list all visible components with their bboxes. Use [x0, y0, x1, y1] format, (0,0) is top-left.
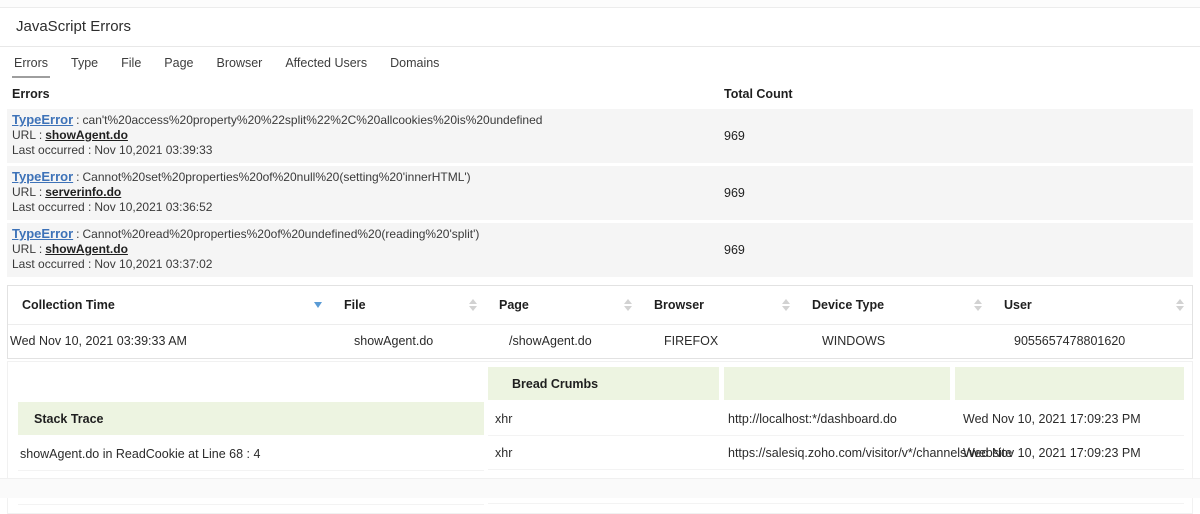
column-header-user[interactable]: User: [990, 286, 1192, 324]
error-message: can't%20access%20property%20%22split%22%…: [83, 113, 543, 127]
error-type-link[interactable]: TypeError: [12, 112, 73, 127]
url-label: URL :: [12, 242, 42, 256]
breadcrumb-type: xhr: [488, 446, 719, 460]
breadcrumbs-header-row: Bread Crumbs: [488, 367, 1184, 400]
title-bar: JavaScript Errors: [0, 8, 1200, 47]
sort-icon: [624, 299, 632, 311]
breadcrumb-row: xhr http://localhost:*/dashboard.do Wed …: [488, 402, 1184, 436]
column-label: Collection Time: [22, 298, 115, 312]
column-header-file[interactable]: File: [330, 286, 485, 324]
column-label: Device Type: [812, 298, 884, 312]
column-header-page[interactable]: Page: [485, 286, 640, 324]
error-url-link[interactable]: showAgent.do: [45, 128, 128, 142]
cell-file: showAgent.do: [330, 325, 485, 358]
breadcrumb-time: Wed Nov 10, 2021 17:09:23 PM: [955, 412, 1184, 426]
error-type-link[interactable]: TypeError: [12, 226, 73, 241]
sort-icon: [1176, 299, 1184, 311]
error-type-line: TypeError: Cannot%20set%20properties%20of…: [12, 170, 724, 184]
error-last-occurred-line: Last occurred :Nov 10,2021 03:39:33: [12, 144, 724, 157]
stack-trace-row: showAgent.do in ReadCookie at Line 68 : …: [18, 437, 484, 471]
error-type-line: TypeError: can't%20access%20property%20%2…: [12, 113, 724, 127]
last-occurred-value: Nov 10,2021 03:39:33: [94, 143, 212, 157]
breadcrumb-type: xhr: [488, 412, 719, 426]
separator: :: [76, 113, 79, 127]
total-count-value: 969: [724, 243, 1193, 257]
details-table: Collection Time File Page Browser Device…: [7, 285, 1193, 359]
column-label: User: [1004, 298, 1032, 312]
cell-page: /showAgent.do: [485, 325, 640, 358]
breadcrumb-time: Wed Nov 10, 2021 17:09:23 PM: [955, 446, 1184, 460]
error-url-link[interactable]: showAgent.do: [45, 242, 128, 256]
sort-icon: [469, 299, 477, 311]
error-last-occurred-line: Last occurred :Nov 10,2021 03:36:52: [12, 201, 724, 214]
last-occurred-value: Nov 10,2021 03:37:02: [94, 257, 212, 271]
column-label: Page: [499, 298, 529, 312]
breadcrumb-url: https://salesiq.zoho.com/visitor/v*/chan…: [724, 446, 950, 460]
url-label: URL :: [12, 128, 42, 142]
last-occurred-value: Nov 10,2021 03:36:52: [94, 200, 212, 214]
total-count-value: 969: [724, 186, 1193, 200]
error-details: TypeError: Cannot%20set%20properties%20of…: [12, 170, 724, 216]
tab-errors[interactable]: Errors: [12, 47, 50, 78]
last-occurred-label: Last occurred :: [12, 143, 91, 157]
tab-domains[interactable]: Domains: [388, 47, 441, 78]
error-url-line: URL :showAgent.do: [12, 243, 724, 256]
total-count-value: 969: [724, 129, 1193, 143]
tab-file[interactable]: File: [119, 47, 143, 78]
error-message: Cannot%20read%20properties%20of%20undefi…: [83, 227, 480, 241]
error-row[interactable]: TypeError: Cannot%20set%20properties%20of…: [7, 166, 1193, 220]
last-occurred-label: Last occurred :: [12, 257, 91, 271]
error-row[interactable]: TypeError: can't%20access%20property%20%2…: [7, 109, 1193, 163]
cell-collection-time: Wed Nov 10, 2021 03:39:33 AM: [8, 325, 330, 358]
top-border-strip: [0, 0, 1200, 8]
breadcrumb-url: http://localhost:*/dashboard.do: [724, 412, 950, 426]
sort-desc-icon: [314, 302, 322, 308]
error-last-occurred-line: Last occurred :Nov 10,2021 03:37:02: [12, 258, 724, 271]
sort-icon: [974, 299, 982, 311]
tab-browser[interactable]: Browser: [215, 47, 265, 78]
column-header-collection-time[interactable]: Collection Time: [8, 286, 330, 324]
stack-trace-header: Stack Trace: [18, 402, 484, 435]
tab-page[interactable]: Page: [162, 47, 195, 78]
errors-list-header: Errors Total Count: [0, 78, 1200, 109]
detail-row[interactable]: Wed Nov 10, 2021 03:39:33 AM showAgent.d…: [8, 324, 1192, 358]
sort-icon: [782, 299, 790, 311]
details-table-header: Collection Time File Page Browser Device…: [8, 286, 1192, 324]
last-occurred-label: Last occurred :: [12, 200, 91, 214]
total-count-column-header: Total Count: [724, 87, 1200, 101]
error-message: Cannot%20set%20properties%20of%20null%20…: [83, 170, 471, 184]
column-label: Browser: [654, 298, 704, 312]
error-url-line: URL :showAgent.do: [12, 129, 724, 142]
tab-affected-users[interactable]: Affected Users: [283, 47, 369, 78]
cell-browser: FIREFOX: [640, 325, 798, 358]
column-header-browser[interactable]: Browser: [640, 286, 798, 324]
tab-bar: Errors Type File Page Browser Affected U…: [0, 47, 1200, 78]
breadcrumbs-header: Bread Crumbs: [488, 367, 719, 400]
page-title: JavaScript Errors: [16, 18, 131, 35]
breadcrumb-row: xhr https://salesiq.zoho.com/visitor/v*/…: [488, 436, 1184, 470]
breadcrumbs-header-spacer: [955, 367, 1184, 400]
error-url-link[interactable]: serverinfo.do: [45, 185, 121, 199]
breadcrumbs-header-spacer: [724, 367, 950, 400]
error-details: TypeError: can't%20access%20property%20%2…: [12, 113, 724, 159]
column-label: File: [344, 298, 366, 312]
separator: :: [76, 227, 79, 241]
cell-user: 9055657478801620: [990, 325, 1192, 358]
stack-trace-spacer: [18, 367, 484, 402]
error-type-line: TypeError: Cannot%20read%20properties%20o…: [12, 227, 724, 241]
cell-device-type: WINDOWS: [798, 325, 990, 358]
errors-column-header: Errors: [12, 87, 724, 101]
error-url-line: URL :serverinfo.do: [12, 186, 724, 199]
url-label: URL :: [12, 185, 42, 199]
error-row[interactable]: TypeError: Cannot%20read%20properties%20o…: [7, 223, 1193, 277]
column-header-device-type[interactable]: Device Type: [798, 286, 990, 324]
error-details: TypeError: Cannot%20read%20properties%20o…: [12, 227, 724, 273]
separator: :: [76, 170, 79, 184]
error-type-link[interactable]: TypeError: [12, 169, 73, 184]
tab-type[interactable]: Type: [69, 47, 100, 78]
bottom-border-strip: [0, 478, 1200, 498]
